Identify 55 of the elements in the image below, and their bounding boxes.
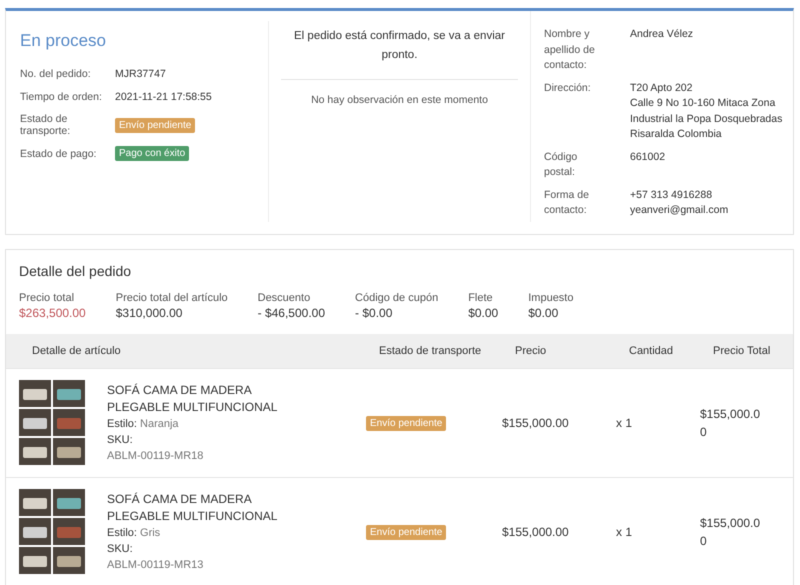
contact-label: Forma de contacto:: [544, 188, 590, 218]
contact-label: Código postal:: [544, 150, 578, 180]
contact-value: Calle 9 No 10-160 Mitaca Zona Industrial la Popa Dosquebradas Risaralda Colombia: [630, 97, 782, 140]
sku-value: ABLM-00119-MR13: [107, 558, 204, 572]
product-style: Estilo: Gris: [107, 526, 162, 540]
price-cell-text: $155,000.00: [502, 416, 570, 430]
column-header: Precio Total: [712, 344, 770, 356]
section-title: Detalle del pedido: [18, 262, 132, 281]
summary-value: - $46,500.00: [258, 304, 326, 322]
product-name: SOFÁ CAMA DE MADERA PLEGABLE MULTIFUNCIONAL: [107, 382, 278, 416]
field-label: No. del pedido:: [20, 68, 92, 80]
contact-label: Nombre y apellido de contacto:: [544, 27, 596, 73]
summary-label: Precio total del artículo: [116, 290, 228, 304]
summary-value: $0.00: [468, 304, 498, 322]
summary-label: Precio total: [19, 290, 76, 304]
field-label: Estado de pago:: [20, 148, 98, 160]
contact-label: Dirección:: [544, 80, 592, 96]
remark-text: No hay observación en este momento: [310, 94, 489, 106]
column-header: Precio: [514, 344, 546, 356]
contact-value: Andrea Vélez: [630, 28, 694, 40]
field-value: MJR37747: [115, 68, 166, 80]
sku-label: SKU:: [107, 542, 134, 556]
summary-value: $310,000.00: [116, 304, 184, 322]
summary-value: $0.00: [528, 304, 560, 322]
status-badge: Envío pendiente: [115, 118, 196, 132]
quantity-cell-text: x 1: [616, 416, 634, 430]
column-header: Detalle de artículo: [31, 344, 121, 356]
summary-label: Código de cupón: [355, 290, 438, 304]
status-badge: Pago con éxito: [115, 146, 190, 161]
contact-value: T20 Apto 202: [630, 82, 692, 94]
field-label: Tiempo de orden:: [20, 91, 103, 103]
contact-value: 661002: [630, 150, 666, 162]
status-title: En proceso: [20, 31, 107, 51]
sku-label: SKU:: [107, 432, 134, 448]
product-name: SOFÁ CAMA DE MADERA PLEGABLE MULTIFUNCIONAL: [107, 490, 278, 524]
product-style: Estilo: Naranja: [107, 416, 180, 432]
price-cell-text: $155,000.00: [502, 524, 570, 538]
status-badge: Envío pendiente: [366, 416, 446, 430]
contact-value: +57 313 4916288: [630, 188, 712, 200]
contact-value: yeanveri@gmail.com: [630, 204, 728, 216]
status-badge: Envío pendiente: [366, 524, 446, 540]
quantity-cell-text: x 1: [616, 524, 634, 538]
summary-value: $263,500.00: [19, 304, 86, 322]
summary-label: Descuento: [258, 290, 312, 304]
confirmation-message: El pedido está confirmado, se va a enviar pronto.: [281, 27, 518, 80]
summary-label: Impuesto: [528, 290, 574, 304]
summary-value: - $0.00: [355, 304, 394, 322]
summary-label: Flete: [468, 290, 494, 304]
column-header: Cantidad: [628, 344, 674, 356]
sku-value: ABLM-00119-MR18: [107, 448, 204, 464]
total-price-cell-text: $155,000.00: [700, 514, 762, 550]
field-label: Estado de transporte:: [20, 113, 72, 137]
total-price-cell-text: $155,000.00: [700, 406, 762, 440]
field-value: 2021-11-21 17:58:55: [115, 91, 212, 103]
column-header: Estado de transporte: [378, 344, 482, 356]
